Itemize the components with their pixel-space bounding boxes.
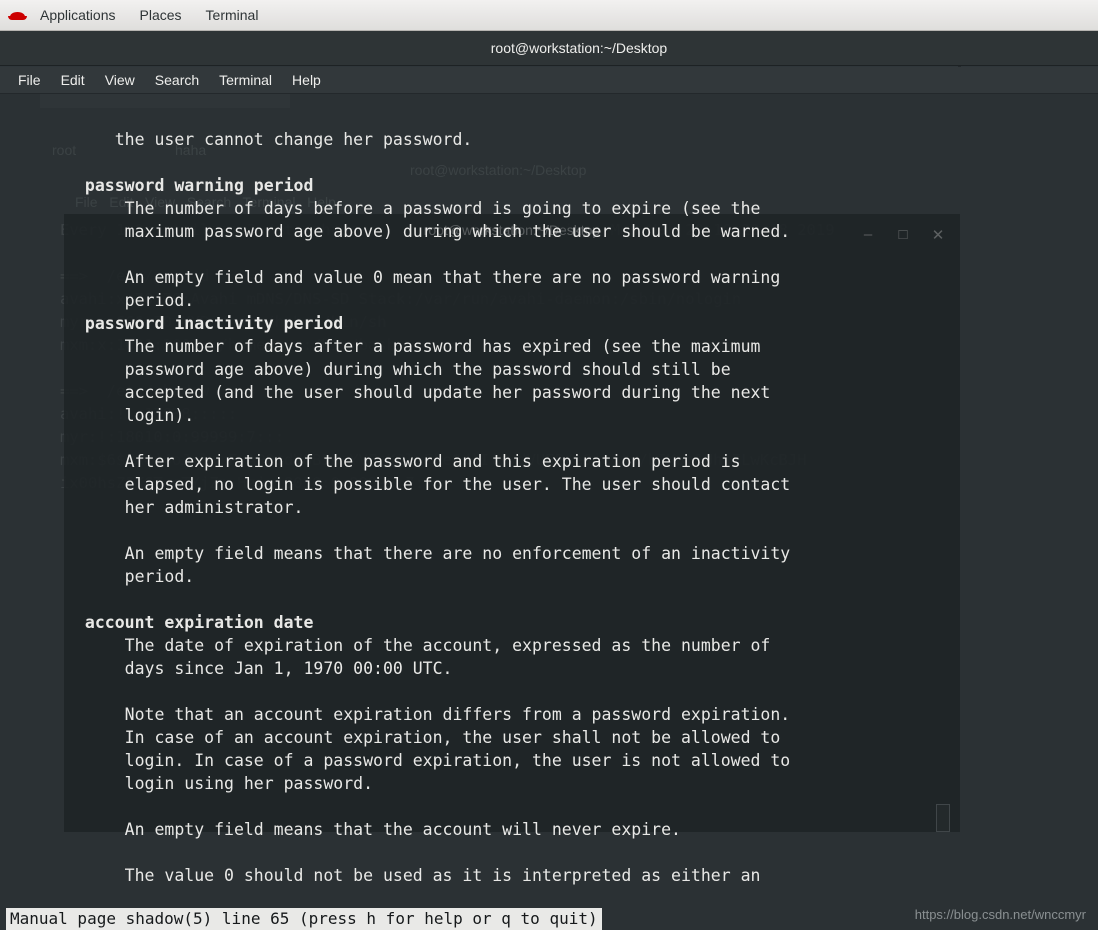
manpage-line: The number of days before a password is … (75, 197, 760, 220)
manpage-line: password age above) during which the pas… (75, 358, 731, 381)
manpage-heading: password warning period (75, 174, 313, 197)
terminal-menubar: File Edit View Search Terminal Help (0, 67, 1098, 94)
manpage-line: login. In case of a password expiration,… (75, 749, 790, 772)
terminal-window: root@workstation:~/Desktop File Edit Vie… (0, 31, 1098, 904)
menu-terminal[interactable]: Terminal (209, 67, 282, 93)
close-icon[interactable]: ✕ (928, 226, 948, 244)
terminal-window-title: root@workstation:~/Desktop (491, 40, 667, 56)
manpage-line: period. (75, 565, 194, 588)
manpage-line: days since Jan 1, 1970 00:00 UTC. (75, 657, 453, 680)
scrollbar-thumb[interactable] (936, 804, 950, 832)
manpage-line: In case of an account expiration, the us… (75, 726, 780, 749)
panel-item-applications[interactable]: Applications (28, 0, 128, 30)
background-window-chrome (40, 94, 290, 108)
minimize-icon[interactable]: – (858, 226, 878, 243)
manpage-line: login using her password. (75, 772, 373, 795)
manpage-line: The number of days after a password has … (75, 335, 760, 358)
menu-view[interactable]: View (95, 67, 145, 93)
background-window-title: root@workstation:~/Desktop (410, 162, 586, 178)
menu-help[interactable]: Help (282, 67, 331, 93)
menu-edit[interactable]: Edit (51, 67, 95, 93)
less-status-bar: Manual page shadow(5) line 65 (press h f… (6, 908, 602, 930)
manpage-line: An empty field means that there are no e… (75, 542, 790, 565)
manpage-line: maximum password age above) during which… (75, 220, 790, 243)
menu-search[interactable]: Search (145, 67, 209, 93)
manpage-line: login). (75, 404, 194, 427)
terminal-titlebar[interactable]: root@workstation:~/Desktop (0, 31, 1098, 66)
background-window-prompt: root (52, 142, 76, 158)
manpage-line: An empty field and value 0 mean that the… (75, 266, 780, 289)
watermark-text: https://blog.csdn.net/wnccmyr (915, 907, 1086, 922)
manpage-line: the user cannot change her password. (75, 128, 472, 151)
manpage-line: The value 0 should not be used as it is … (75, 864, 760, 887)
redhat-logo-icon (8, 8, 28, 22)
manpage-line: elapsed, no login is possible for the us… (75, 473, 790, 496)
manpage-line: Note that an account expiration differs … (75, 703, 790, 726)
manpage-heading: password inactivity period (75, 312, 343, 335)
maximize-icon[interactable]: □ (893, 226, 913, 243)
manpage-heading: account expiration date (75, 611, 313, 634)
gnome-top-panel: Applications Places Terminal (0, 0, 1098, 31)
manpage-line: An empty field means that the account wi… (75, 818, 681, 841)
manpage-line: period. (75, 289, 194, 312)
manpage-line: accepted (and the user should update her… (75, 381, 770, 404)
menu-file[interactable]: File (8, 67, 51, 93)
terminal-text-area[interactable]: root@workstation:~/Desktop File Edit Vie… (0, 94, 1098, 904)
manpage-line: her administrator. (75, 496, 303, 519)
panel-item-places[interactable]: Places (128, 0, 194, 30)
manpage-line: The date of expiration of the account, e… (75, 634, 770, 657)
panel-item-terminal[interactable]: Terminal (194, 0, 271, 30)
manpage-line: After expiration of the password and thi… (75, 450, 741, 473)
